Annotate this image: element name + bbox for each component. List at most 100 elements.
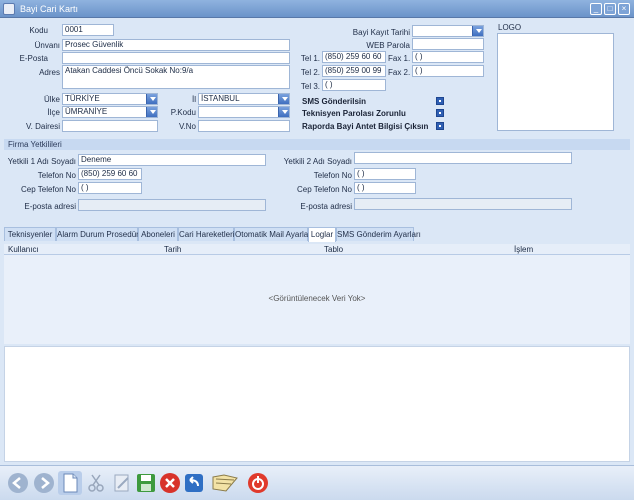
adres-label: Adres [39, 68, 60, 77]
fax1-label: Fax 1. [388, 54, 411, 63]
y2-eposta-input[interactable] [354, 198, 572, 210]
delete-icon[interactable] [158, 471, 182, 495]
calendar-dropdown-icon[interactable] [472, 26, 483, 36]
ilce-combo[interactable]: ÜMRANİYE [62, 106, 158, 118]
window-title: Bayi Cari Kartı [20, 4, 79, 14]
y1-eposta-label: E-posta adresi [24, 202, 76, 211]
minimize-icon[interactable]: _ [590, 3, 602, 15]
tab-teknisyenler[interactable]: Teknisyenler [4, 227, 56, 241]
y1-tel-label: Telefon No [37, 171, 76, 180]
y2-eposta-label: E-posta adresi [300, 202, 352, 211]
eposta-input[interactable] [62, 52, 290, 64]
vno-input[interactable] [198, 120, 290, 132]
bottom-toolbar [0, 465, 634, 500]
tab-cari-hareketleri[interactable]: Cari Hareketleri [178, 227, 235, 241]
il-value: İSTANBUL [201, 94, 240, 103]
vdairesi-input[interactable] [62, 120, 158, 132]
tab-alarm-durum[interactable]: Alarm Durum Prosedürü [56, 227, 143, 241]
unvani-label: Ünvanı [34, 41, 60, 50]
y2-name-input[interactable] [354, 152, 572, 164]
y1-cep-label: Cep Telefon No [21, 185, 76, 194]
ulke-combo[interactable]: TÜRKİYE [62, 93, 158, 105]
eposta-label: E-Posta [19, 54, 48, 63]
rapor-option-label: Raporda Bayi Antet Bilgisi Çıksın [302, 122, 429, 131]
column-tarih[interactable]: Tarih [164, 245, 181, 254]
tab-loglar[interactable]: Loglar [308, 227, 336, 242]
unvani-input[interactable]: Prosec Güvenlik [62, 39, 290, 51]
tab-aboneleri[interactable]: Aboneleri [138, 227, 178, 241]
chevron-down-icon[interactable] [146, 107, 157, 117]
close-icon[interactable]: × [618, 3, 630, 15]
teknisyen-option-label: Teknisyen Parolası Zorunlu [302, 109, 406, 118]
y2-tel-label: Telefon No [313, 171, 352, 180]
fax1-input[interactable]: ( ) [412, 51, 484, 63]
logo-label: LOGO [498, 23, 522, 32]
il-label: İl [192, 95, 196, 104]
column-kullanici[interactable]: Kullanıcı [8, 245, 39, 254]
ulke-value: TÜRKİYE [65, 94, 100, 103]
web-parola-input[interactable] [412, 38, 484, 50]
report-icon[interactable] [210, 471, 240, 495]
teknisyen-checkbox[interactable] [436, 109, 444, 117]
grid-header: Kullanıcı Tarih Tablo İşlem [4, 244, 630, 255]
sms-option-label: SMS Gönderilsin [302, 97, 367, 106]
y1-cep-input[interactable]: ( ) [78, 182, 142, 194]
ilce-label: İlçe [47, 108, 60, 117]
chevron-down-icon[interactable] [146, 94, 157, 104]
vdairesi-label: V. Dairesi [26, 122, 60, 131]
y2-cep-input[interactable]: ( ) [354, 182, 416, 194]
tel2-label: Tel 2. [300, 68, 320, 77]
new-document-icon[interactable] [58, 471, 82, 495]
maximize-icon[interactable]: □ [604, 3, 616, 15]
il-combo[interactable]: İSTANBUL [198, 93, 290, 105]
y2-tel-input[interactable]: ( ) [354, 168, 416, 180]
back-icon[interactable] [6, 471, 30, 495]
chevron-down-icon[interactable] [278, 107, 289, 117]
cut-icon[interactable] [84, 471, 108, 495]
undo-icon[interactable] [182, 471, 206, 495]
title-bar: Bayi Cari Kartı _ □ × [0, 0, 634, 18]
tel3-label: Tel 3. [300, 82, 320, 91]
forward-icon[interactable] [32, 471, 56, 495]
y2-name-label: Yetkili 2 Adı Soyadı [283, 157, 352, 166]
tel1-input[interactable]: (850) 259 60 60 [322, 51, 386, 63]
tel3-input[interactable]: ( ) [322, 79, 386, 91]
fax2-input[interactable]: ( ) [412, 65, 484, 77]
kayit-tarihi-label: Bayi Kayıt Tarihi [352, 28, 410, 37]
column-tablo[interactable]: Tablo [324, 245, 343, 254]
app-icon [3, 3, 15, 15]
web-parola-label: WEB Parola [366, 41, 410, 50]
vno-label: V.No [178, 122, 196, 131]
pkodu-label: P.Kodu [170, 108, 196, 117]
tab-strip: Teknisyenler Alarm Durum Prosedürü Abone… [4, 227, 630, 242]
tab-otomatik-mail[interactable]: Otomatik Mail Ayarları [234, 227, 313, 241]
y1-name-input[interactable]: Deneme [78, 154, 266, 166]
ulke-label: Ülke [43, 95, 60, 104]
y2-cep-label: Cep Telefon No [297, 185, 352, 194]
y1-eposta-input[interactable] [78, 199, 266, 211]
kayit-tarihi-combo[interactable] [412, 25, 484, 37]
edit-icon[interactable] [110, 471, 134, 495]
logo-image-box[interactable] [497, 33, 614, 131]
adres-input[interactable]: Atakan Caddesi Öncü Sokak No:9/a [62, 65, 290, 89]
ilce-value: ÜMRANİYE [65, 107, 108, 116]
sms-checkbox[interactable] [436, 97, 444, 105]
tab-sms-gonderim[interactable]: SMS Gönderim Ayarları [336, 227, 421, 241]
rapor-checkbox[interactable] [436, 122, 444, 130]
firma-yetkilileri-header: Firma Yetkilileri [4, 139, 630, 150]
column-islem[interactable]: İşlem [514, 245, 533, 254]
pkodu-combo[interactable] [198, 106, 290, 118]
detail-area [4, 346, 630, 462]
y1-name-label: Yetkili 1 Adı Soyadı [7, 157, 76, 166]
chevron-down-icon[interactable] [278, 94, 289, 104]
kodu-input[interactable]: 0001 [62, 24, 114, 36]
fax2-label: Fax 2. [388, 68, 411, 77]
kodu-label: Kodu [29, 26, 48, 35]
y1-tel-input[interactable]: (850) 259 60 60 [78, 168, 142, 180]
empty-grid-message: <Görüntülenecek Veri Yok> [268, 294, 366, 303]
log-grid[interactable]: <Görüntülenecek Veri Yok> [4, 255, 630, 344]
tel2-input[interactable]: (850) 259 00 99 [322, 65, 386, 77]
save-icon[interactable] [134, 471, 158, 495]
tel1-label: Tel 1. [300, 54, 320, 63]
exit-icon[interactable] [246, 471, 270, 495]
